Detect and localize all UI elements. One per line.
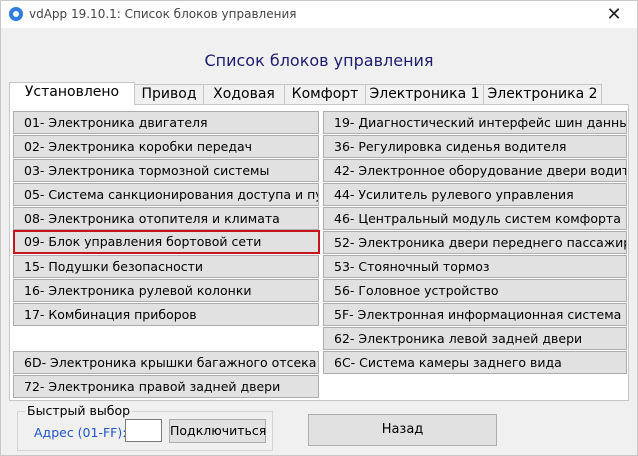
module-button-44[interactable]: 44- Усилитель рулевого управления	[323, 183, 627, 206]
tab-drive[interactable]: Привод	[134, 84, 204, 104]
module-button-5f[interactable]: 5F- Электронная информационная система 1	[323, 303, 627, 326]
title-bar: vdApp 19.10.1: Список блоков управления …	[1, 1, 637, 28]
module-button-17[interactable]: 17- Комбинация приборов	[13, 303, 319, 326]
module-button-72[interactable]: 72- Электроника правой задней двери	[13, 375, 319, 398]
module-button-03[interactable]: 03- Электроника тормозной системы	[13, 159, 319, 182]
module-button-09-selected[interactable]: 09- Блок управления бортовой сети	[13, 230, 320, 254]
modules-panel: 01- Электроника двигателя 02- Электроник…	[9, 104, 629, 401]
module-button-42[interactable]: 42- Электронное оборудование двери водит…	[323, 159, 627, 182]
module-button-08[interactable]: 08- Электроника отопителя и климата	[13, 207, 319, 230]
module-button-02[interactable]: 02- Электроника коробки передач	[13, 135, 319, 158]
module-button-36[interactable]: 36- Регулировка сиденья водителя	[323, 135, 627, 158]
module-button-05[interactable]: 05- Система санкционирования доступа и п…	[13, 183, 319, 206]
address-label: Адрес (01-FF):	[34, 425, 127, 440]
tab-installed[interactable]: Установлено	[9, 82, 135, 105]
close-icon[interactable]: ✕	[591, 1, 637, 28]
module-button-16[interactable]: 16- Электроника рулевой колонки	[13, 279, 319, 302]
module-button-6d[interactable]: 6D- Электроника крышки багажного отсека	[13, 351, 319, 374]
module-button-46[interactable]: 46- Центральный модуль систем комфорта	[323, 207, 627, 230]
window-title: vdApp 19.10.1: Список блоков управления	[29, 7, 297, 21]
module-button-6c[interactable]: 6C- Система камеры заднего вида	[323, 351, 627, 374]
quick-select-label: Быстрый выбор	[25, 403, 133, 418]
page-title: Список блоков управления	[204, 51, 434, 70]
app-icon	[9, 7, 23, 21]
module-button-19[interactable]: 19- Диагностический интерфейс шин данных	[323, 111, 627, 134]
module-button-62[interactable]: 62- Электроника левой задней двери	[323, 327, 627, 350]
tab-comfort[interactable]: Комфорт	[284, 84, 366, 104]
tab-chassis[interactable]: Ходовая	[203, 84, 285, 104]
module-button-53[interactable]: 53- Стояночный тормоз	[323, 255, 627, 278]
connect-button[interactable]: Подключиться	[169, 419, 266, 443]
module-button-01[interactable]: 01- Электроника двигателя	[13, 111, 319, 134]
module-button-15[interactable]: 15- Подушки безопасности	[13, 255, 319, 278]
tab-electronics-1[interactable]: Электроника 1	[365, 84, 484, 104]
address-input[interactable]	[125, 419, 162, 442]
back-button[interactable]: Назад	[308, 414, 497, 446]
app-window: vdApp 19.10.1: Список блоков управления …	[0, 0, 638, 456]
module-button-56[interactable]: 56- Головное устройство	[323, 279, 627, 302]
tab-electronics-2[interactable]: Электроника 2	[483, 84, 602, 104]
module-button-52[interactable]: 52- Электроника двери переднего пассажир…	[323, 231, 627, 254]
